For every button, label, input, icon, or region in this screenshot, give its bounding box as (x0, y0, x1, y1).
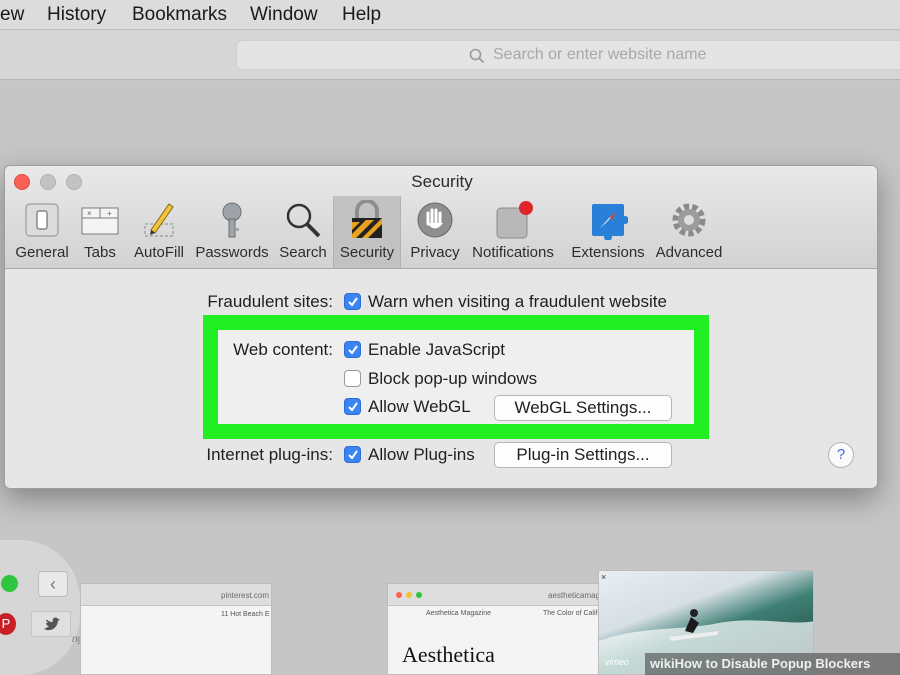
thumb-url: pinterest.com (221, 591, 270, 600)
tab-label: Passwords (195, 244, 269, 261)
menu-help[interactable]: Help (342, 4, 381, 26)
tab-label: Search (279, 244, 327, 261)
back-button[interactable]: ‹ (38, 571, 68, 597)
zoom-button[interactable] (1, 575, 18, 592)
vimeo-brand: vimeo (605, 657, 630, 667)
tab-label: Tabs (84, 244, 116, 261)
block-popups-label[interactable]: Block pop-up windows (368, 369, 537, 389)
tab-label: Security (339, 244, 395, 261)
puzzle-compass-icon (592, 204, 628, 240)
browser-toolbar: Search or enter website name (0, 30, 900, 80)
menu-bookmarks[interactable]: Bookmarks (132, 4, 227, 26)
enable-javascript-label[interactable]: Enable JavaScript (368, 340, 505, 360)
thumb-tab: The Color of Califo (543, 610, 602, 617)
address-bar[interactable]: Search or enter website name (236, 40, 900, 70)
close-icon[interactable]: × (601, 572, 606, 582)
menu-view[interactable]: ew (0, 4, 24, 26)
menu-history[interactable]: History (47, 4, 106, 26)
tab-label: Advanced (655, 244, 723, 261)
tab-autofill[interactable]: AutoFill (129, 196, 189, 268)
help-button[interactable]: ? (828, 442, 854, 468)
plugin-settings-button[interactable]: Plug-in Settings... (494, 442, 672, 468)
pencil-form-icon (144, 203, 174, 237)
wikihow-watermark: wikiHow to Disable Popup Blockers (650, 656, 871, 671)
allow-webgl-checkbox[interactable] (344, 398, 361, 415)
checkmark-icon (348, 297, 358, 307)
tab-passwords[interactable]: Passwords (193, 196, 271, 268)
fraudulent-warning-label[interactable]: Warn when visiting a fraudulent website (368, 292, 667, 312)
padlock-icon (352, 200, 382, 238)
tab-extensions[interactable]: Extensions (567, 196, 649, 268)
checkmark-icon (348, 345, 358, 355)
tab-notifications[interactable]: Notifications (468, 196, 558, 268)
menu-window[interactable]: Window (250, 4, 318, 26)
svg-text:×: × (87, 209, 92, 218)
tab-general[interactable]: General (12, 196, 72, 268)
thumb-tab: 11 Hot Beach E (221, 611, 270, 618)
tab-security[interactable]: Security (333, 196, 401, 268)
window-title: Security (411, 172, 473, 191)
checkmark-icon (348, 402, 358, 412)
allow-plugins-label[interactable]: Allow Plug-ins (368, 445, 475, 465)
thumb-tab: Aesthetica Magazine (426, 610, 491, 617)
tab-privacy[interactable]: Privacy (405, 196, 465, 268)
window-toolbar: Security General × + Tabs AutoFill Passw… (5, 166, 877, 269)
gear-icon (672, 203, 706, 237)
notification-badge-icon (496, 201, 533, 239)
thumb-url: aestheticamaga (548, 591, 605, 600)
aesthetica-thumbnail[interactable]: aestheticamaga Aesthetica Magazine The C… (387, 583, 607, 675)
enable-javascript-checkbox[interactable] (344, 341, 361, 358)
block-popups-checkbox[interactable] (344, 370, 361, 387)
tab-label: Privacy (410, 244, 460, 261)
menu-bar: ew History Bookmarks Window Help (0, 0, 900, 30)
tabs-icon: × + (81, 207, 119, 235)
svg-text:+: + (107, 209, 112, 218)
internet-plugins-label: Internet plug-ins: (206, 445, 333, 464)
checkmark-icon (348, 450, 358, 460)
tab-label: AutoFill (133, 244, 185, 261)
tab-tabs[interactable]: × + Tabs (80, 196, 120, 268)
allow-webgl-label[interactable]: Allow WebGL (368, 397, 471, 417)
fraudulent-sites-label: Fraudulent sites: (207, 292, 333, 311)
tab-label: Extensions (571, 244, 645, 261)
tab-advanced[interactable]: Advanced (653, 196, 725, 268)
tab-search[interactable]: Search (277, 196, 329, 268)
web-content-label: Web content: (233, 340, 333, 359)
key-icon (222, 202, 242, 238)
tab-label: General (15, 244, 69, 261)
magnifier-icon (286, 203, 321, 238)
webgl-settings-button[interactable]: WebGL Settings... (494, 395, 672, 421)
address-placeholder: Search or enter website name (493, 46, 707, 63)
allow-plugins-checkbox[interactable] (344, 446, 361, 463)
search-icon (469, 48, 485, 64)
aesthetica-logo: Aesthetica (402, 642, 495, 667)
pinterest-thumbnail[interactable]: pinterest.com 11 Hot Beach E (80, 583, 272, 675)
hand-icon (417, 202, 453, 238)
tab-label: Notifications (472, 244, 554, 261)
twitter-icon (31, 611, 71, 637)
fraudulent-warning-checkbox[interactable] (344, 293, 361, 310)
general-switch-icon (25, 203, 59, 237)
